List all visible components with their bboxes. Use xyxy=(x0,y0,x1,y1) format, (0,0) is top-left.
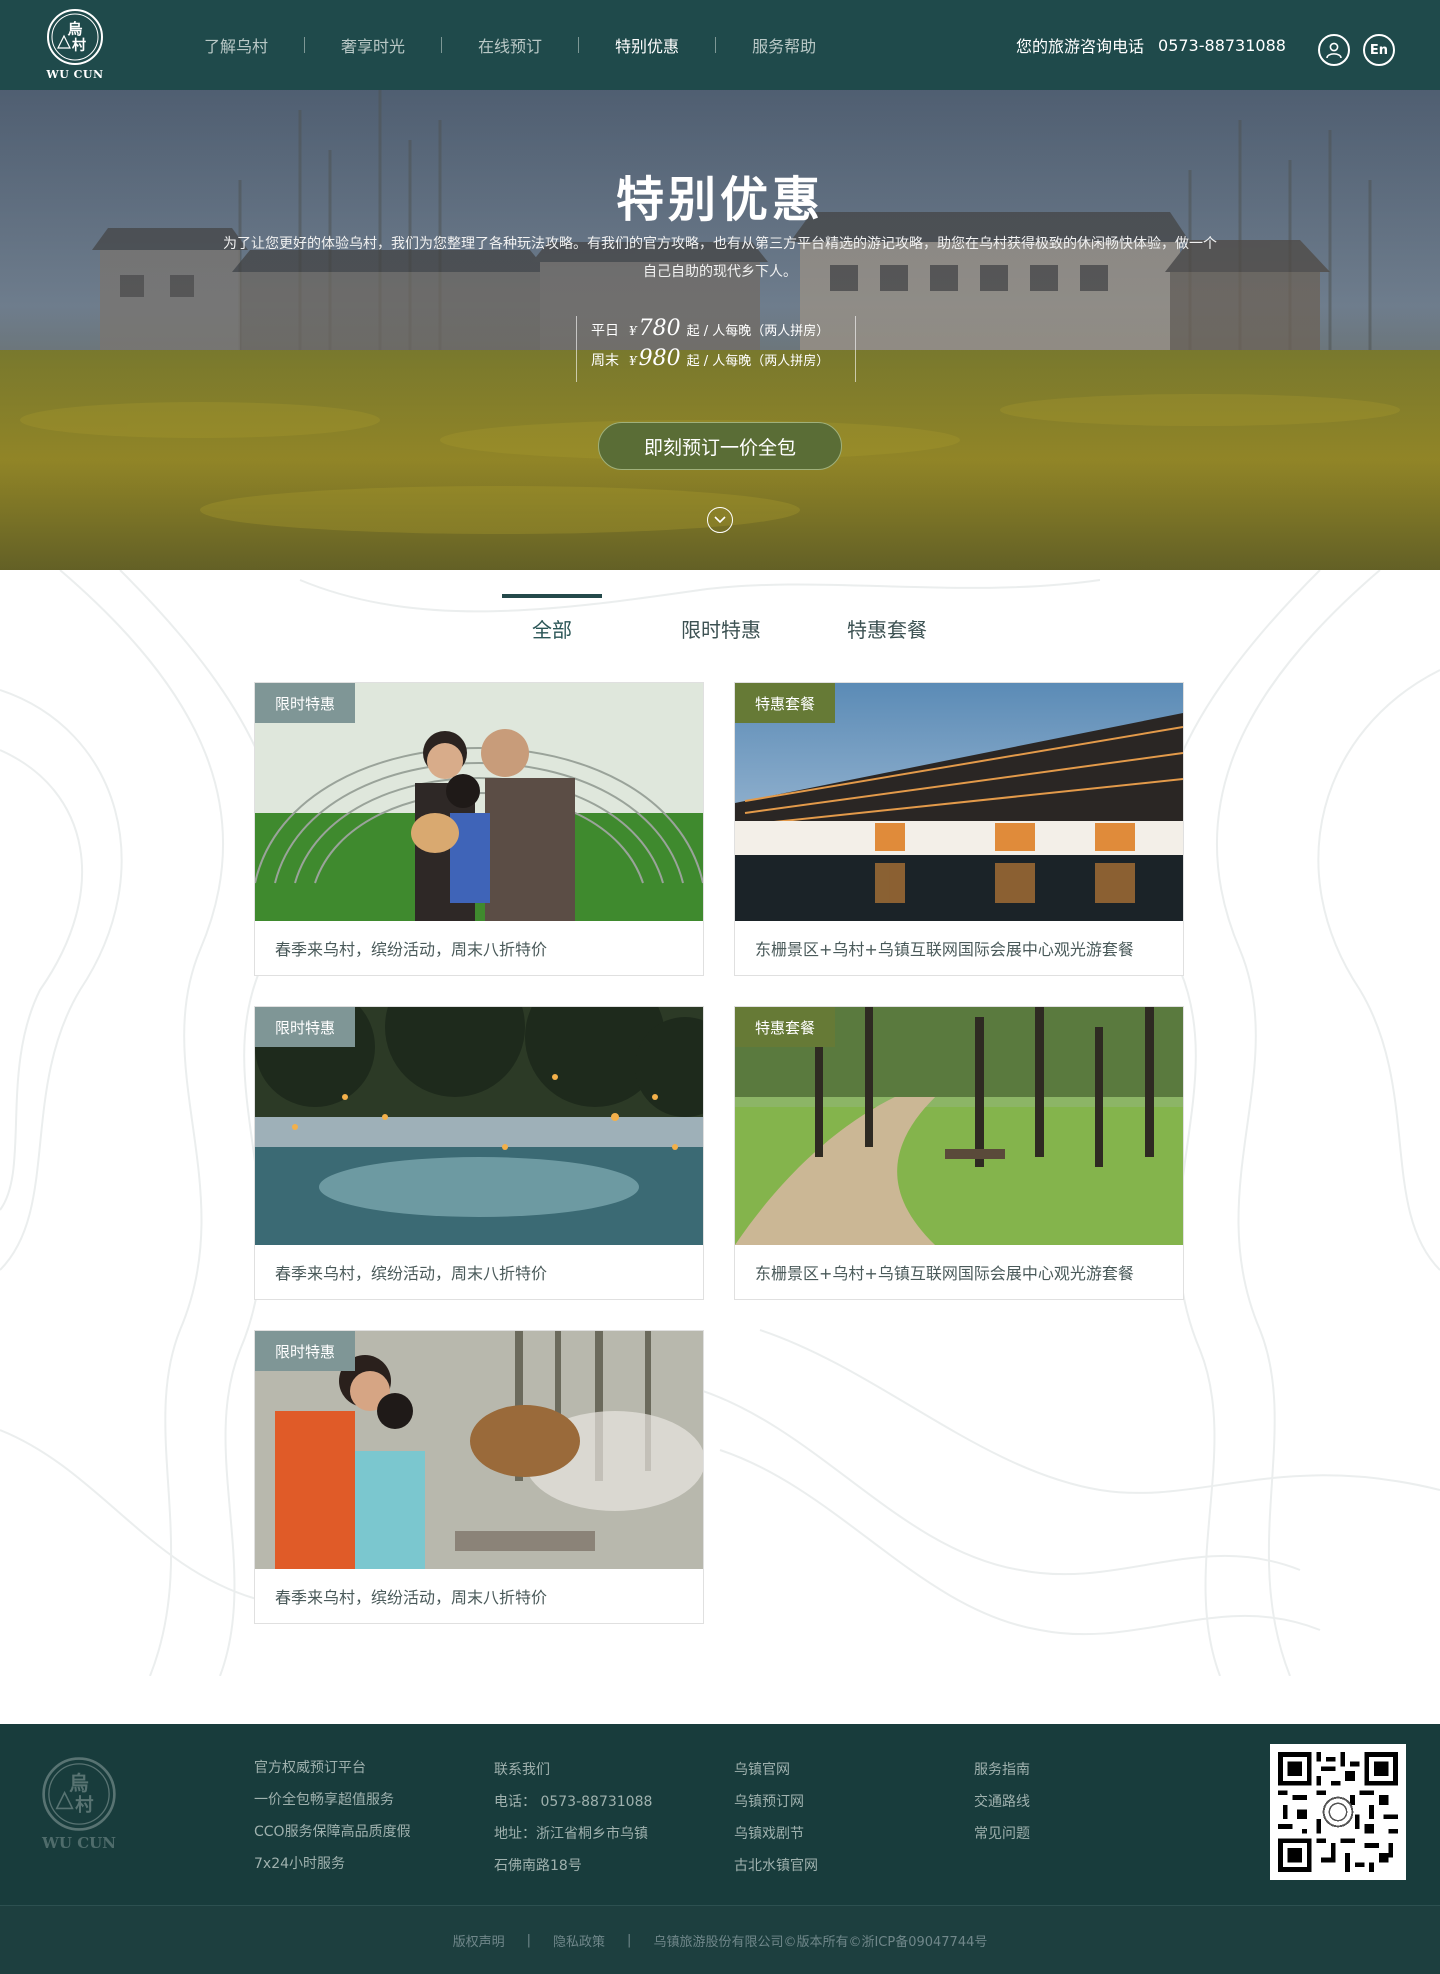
footer-link-wuzhen-official[interactable]: 乌镇官网 xyxy=(734,1760,818,1792)
logo-seal-icon: 烏 村 xyxy=(47,9,103,65)
footer-address-line2: 石佛南路18号 xyxy=(494,1858,582,1874)
footer-logo-text: WU CUN xyxy=(42,1834,116,1852)
price-info: 平日 ¥ 780 起 / 人每晚（两人拼房） 周末 ¥ 980 起 / 人每晚（… xyxy=(576,316,856,382)
language-switch-button[interactable]: En xyxy=(1363,34,1395,66)
price-label: 周末 xyxy=(591,353,619,369)
tab-all[interactable]: 全部 xyxy=(502,614,602,643)
qr-code xyxy=(1270,1744,1406,1880)
site-header: 烏 村 WU CUN 了解乌村 奢享时光 在线预订 特别优惠 服务帮助 您的旅游… xyxy=(0,0,1440,90)
user-account-button[interactable] xyxy=(1318,34,1350,66)
chevron-down-icon xyxy=(714,516,726,524)
price-value: 980 xyxy=(638,346,681,371)
badge-package: 特惠套餐 xyxy=(735,683,836,723)
badge-limited-offer: 限时特惠 xyxy=(255,1331,356,1371)
hero-description: 为了让您更好的体验乌村，我们为您整理了各种玩法攻略。有我们的官方攻略，也有从第三… xyxy=(223,236,1217,280)
footer-column-contact: 联系我们 电话： 0573-88731088 地址：浙江省桐乡市乌镇 石佛南路1… xyxy=(494,1760,652,1888)
footer-link-faq[interactable]: 常见问题 xyxy=(974,1824,1030,1856)
nav-divider xyxy=(715,37,717,53)
footer-contact-title: 联系我们 xyxy=(494,1762,550,1778)
hotline: 您的旅游咨询电话 0573-88731088 xyxy=(1016,0,1286,90)
nav-item-about[interactable]: 了解乌村 xyxy=(204,33,268,57)
footer-link-transport[interactable]: 交通路线 xyxy=(974,1792,1030,1824)
footer-service-item: 一价全包畅享超值服务 xyxy=(254,1792,394,1808)
nav-item-leisure[interactable]: 奢享时光 xyxy=(341,33,405,57)
offer-card[interactable]: 特惠套餐 东栅景区+乌村+乌镇互联网国际会展中心观光游套餐 xyxy=(734,682,1184,976)
logo-seal-icon: 烏 村 xyxy=(42,1757,116,1831)
footer-column-services: 官方权威预订平台 一价全包畅享超值服务 CCO服务保障高品质度假 7x24小时服… xyxy=(254,1758,411,1886)
svg-text:烏: 烏 xyxy=(69,1772,89,1795)
footer-logo: 烏 村 WU CUN xyxy=(34,1756,124,1852)
page-title: 特别优惠 xyxy=(615,172,824,228)
hotline-label: 您的旅游咨询电话 xyxy=(1016,37,1145,56)
card-caption: 春季来乌村，缤纷活动，周末八折特价 xyxy=(275,1588,548,1607)
site-footer: 烏 村 WU CUN 官方权威预订平台 一价全包畅享超值服务 CCO服务保障高品… xyxy=(0,1724,1440,1974)
nav-divider xyxy=(304,37,306,53)
footer-main: 烏 村 WU CUN 官方权威预订平台 一价全包畅享超值服务 CCO服务保障高品… xyxy=(0,1724,1440,1905)
footer-service-item: 7x24小时服务 xyxy=(254,1856,346,1872)
currency-symbol: ¥ xyxy=(629,354,637,368)
footer-column-help: 服务指南 交通路线 常见问题 xyxy=(974,1760,1030,1856)
card-caption: 东栅景区+乌村+乌镇互联网国际会展中心观光游套餐 xyxy=(755,1264,1134,1283)
contour-pattern xyxy=(0,570,1440,1676)
footer-phone: 电话： 0573-88731088 xyxy=(494,1794,653,1810)
book-now-button[interactable]: 即刻预订一价全包 xyxy=(598,422,842,470)
footer-column-links: 乌镇官网 乌镇预订网 乌镇戏剧节 古北水镇官网 xyxy=(734,1760,818,1888)
svg-text:村: 村 xyxy=(72,37,86,54)
currency-symbol: ¥ xyxy=(629,324,637,338)
offer-card[interactable]: 限时特惠 春季来乌村，缤纷活动，周末八折特价 xyxy=(254,1006,704,1300)
nav-divider xyxy=(578,37,580,53)
price-unit: 起 / 人每晚（两人拼房） xyxy=(686,354,830,369)
active-tab-indicator xyxy=(502,594,602,598)
nav-item-offers[interactable]: 特别优惠 xyxy=(615,33,679,57)
badge-limited-offer: 限时特惠 xyxy=(255,1007,356,1047)
badge-limited-offer: 限时特惠 xyxy=(255,683,356,723)
footer-link-gubei[interactable]: 古北水镇官网 xyxy=(734,1856,818,1888)
privacy-link[interactable]: 隐私政策 xyxy=(553,1931,605,1950)
hotline-number[interactable]: 0573-88731088 xyxy=(1158,36,1286,55)
card-caption: 春季来乌村，缤纷活动，周末八折特价 xyxy=(275,940,548,959)
price-label: 平日 xyxy=(591,323,619,339)
wucun-logo[interactable]: 烏 村 WU CUN xyxy=(44,8,106,84)
card-caption: 东栅景区+乌村+乌镇互联网国际会展中心观光游套餐 xyxy=(755,940,1134,959)
company-copyright: 乌镇旅游股份有限公司©版本所有©浙ICP备09047744号 xyxy=(653,1934,988,1950)
footer-service-item: CCO服务保障高品质度假 xyxy=(254,1824,411,1840)
offer-tabs: 全部 限时特惠 特惠套餐 xyxy=(0,570,1440,650)
tab-packages[interactable]: 特惠套餐 xyxy=(832,614,942,643)
offer-card[interactable]: 限时特惠 春季来乌村，缤纷活动，周末八折特价 xyxy=(254,1330,704,1624)
main-nav: 了解乌村 奢享时光 在线预订 特别优惠 服务帮助 xyxy=(204,0,816,90)
hero-banner: 特别优惠 为了让您更好的体验乌村，我们为您整理了各种玩法攻略。有我们的官方攻略，… xyxy=(0,90,1440,570)
footer-service-item: 官方权威预订平台 xyxy=(254,1760,366,1776)
price-value: 780 xyxy=(638,316,681,341)
footer-address: 地址：浙江省桐乡市乌镇 xyxy=(494,1826,648,1842)
footer-link-service-guide[interactable]: 服务指南 xyxy=(974,1760,1030,1792)
price-row-weekday: 平日 ¥ 780 起 / 人每晚（两人拼房） xyxy=(591,316,855,346)
footer-divider: | xyxy=(526,1932,532,1948)
price-row-weekend: 周末 ¥ 980 起 / 人每晚（两人拼房） xyxy=(591,346,855,376)
tab-limited-offers[interactable]: 限时特惠 xyxy=(666,614,776,643)
offer-card[interactable]: 限时特惠 春季来乌村，缤纷活动，周末八折特价 xyxy=(254,682,704,976)
user-icon xyxy=(1326,42,1342,59)
card-caption: 春季来乌村，缤纷活动，周末八折特价 xyxy=(275,1264,548,1283)
footer-divider: | xyxy=(627,1932,632,1948)
footer-link-wuzhen-booking[interactable]: 乌镇预订网 xyxy=(734,1792,818,1824)
nav-item-help[interactable]: 服务帮助 xyxy=(752,33,816,57)
scroll-down-button[interactable] xyxy=(707,507,733,533)
qr-code-icon xyxy=(1278,1752,1398,1872)
svg-text:村: 村 xyxy=(75,1794,94,1816)
footer-link-theatre-festival[interactable]: 乌镇戏剧节 xyxy=(734,1824,818,1856)
logo-text: WU CUN xyxy=(46,68,104,81)
price-unit: 起 / 人每晚（两人拼房） xyxy=(686,324,830,339)
nav-item-booking[interactable]: 在线预订 xyxy=(478,33,542,57)
offer-card[interactable]: 特惠套餐 东栅景区+乌村+乌镇互联网国际会展中心观光游套餐 xyxy=(734,1006,1184,1300)
svg-text:烏: 烏 xyxy=(67,20,82,38)
footer-bottom-bar: 版权声明 | 隐私政策 | 乌镇旅游股份有限公司©版本所有©浙ICP备09047… xyxy=(0,1905,1440,1974)
copyright-link[interactable]: 版权声明 xyxy=(453,1931,505,1950)
nav-divider xyxy=(441,37,443,53)
offers-section: 全部 限时特惠 特惠套餐 限时特惠 春季来乌村，缤纷活动，周末八折特价 特惠套餐… xyxy=(0,570,1440,1676)
badge-package: 特惠套餐 xyxy=(735,1007,836,1047)
